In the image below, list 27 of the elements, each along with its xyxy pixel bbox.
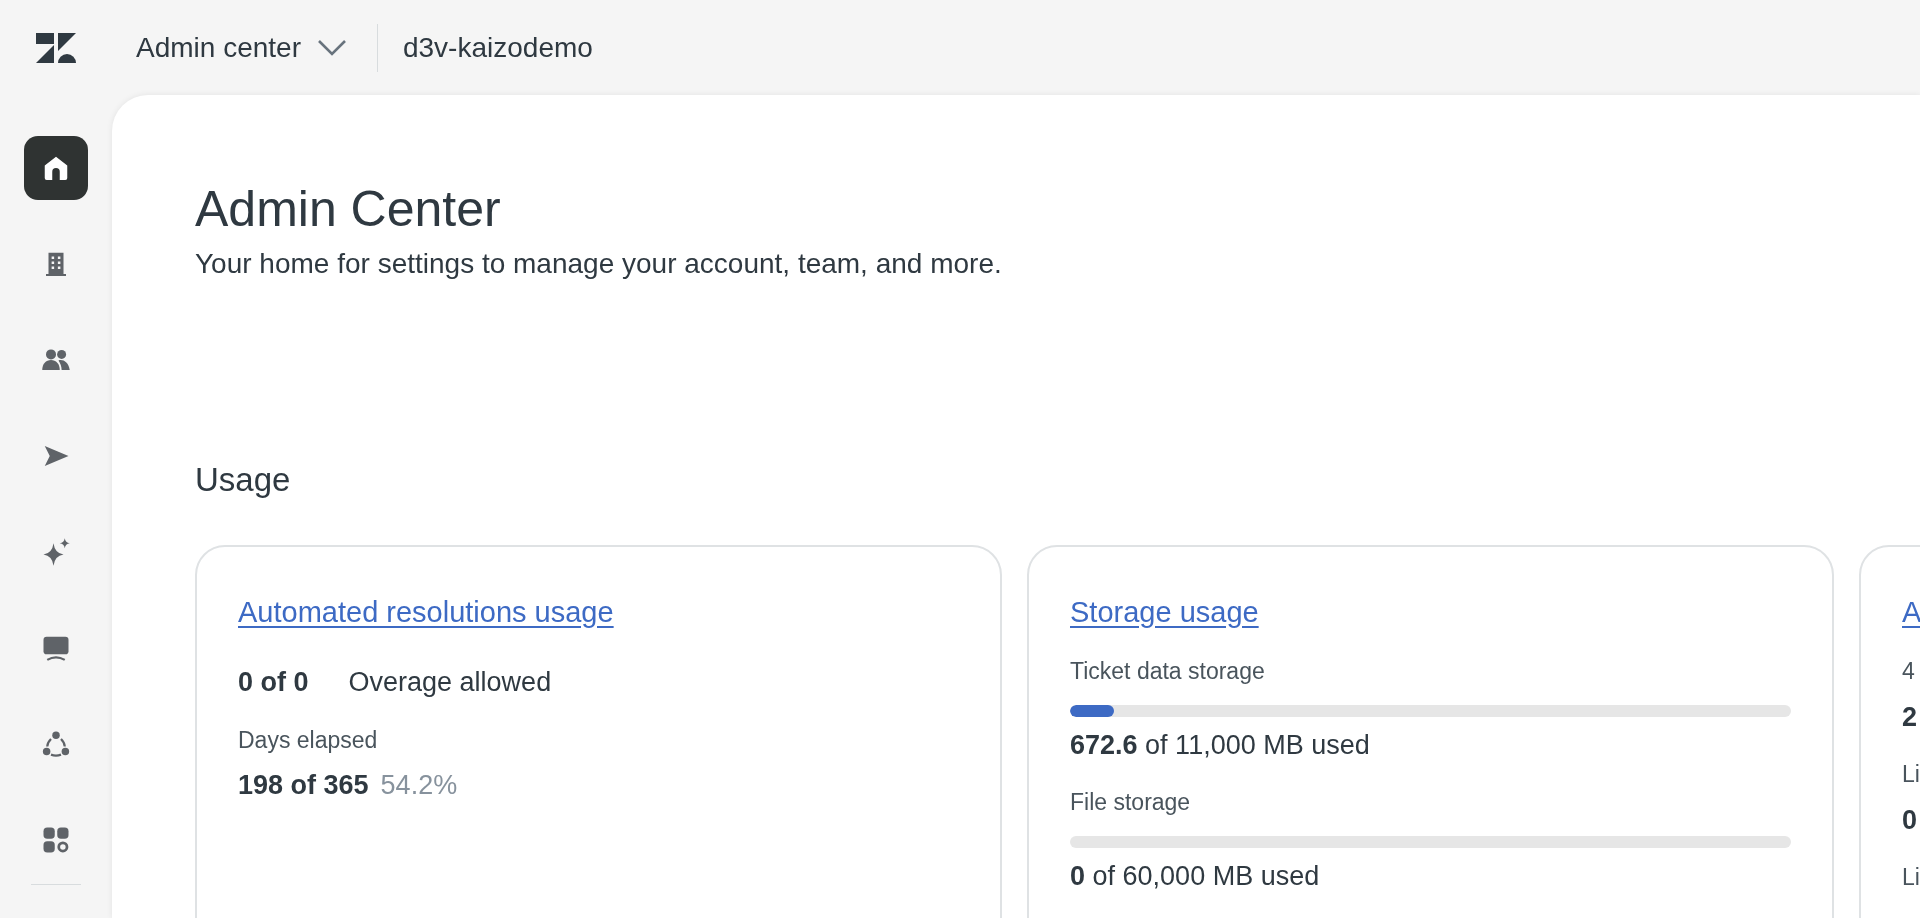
account-name: d3v-kaizodemo — [402, 30, 593, 65]
product-menu-button[interactable]: Admin center — [136, 26, 347, 69]
usage-value: 2 — [1902, 700, 1919, 734]
usage-value: 0 of 0 — [238, 666, 309, 699]
page-title: Admin Center — [195, 180, 502, 239]
logo-icon — [36, 32, 76, 63]
section-heading: Usage — [195, 460, 292, 500]
chevron-down-icon — [316, 38, 347, 57]
usage-percent: 54.2% — [380, 769, 458, 802]
apps-icon — [41, 825, 71, 855]
usage-label: Days elapsed — [238, 725, 379, 755]
usage-label: File storage — [1070, 788, 1192, 817]
usage-text: 672.6 of 11,000 MB used — [1070, 728, 1371, 762]
sparkle-icon — [41, 537, 71, 567]
card-title-link[interactable]: Automated resolutions usage — [238, 595, 614, 628]
page-subtitle: Your home for settings to manage your account, team, and more. — [195, 247, 1003, 281]
card-title-link[interactable]: Storage usage — [1070, 595, 1259, 628]
usage-label: 4 — [1902, 657, 1916, 686]
usage-note: Overage allowed — [348, 666, 552, 699]
sidebar-item[interactable] — [24, 136, 88, 200]
usage-label: Li — [1902, 760, 1920, 789]
usage-label: Ticket data storage — [1070, 657, 1266, 686]
usage-label: Li — [1902, 863, 1920, 892]
usage-value: 0 — [1902, 803, 1919, 837]
usage-value: 198 of 365 — [238, 769, 369, 802]
nodes-icon — [41, 729, 71, 759]
usage-text: 0 of 60,000 MB used — [1070, 859, 1321, 893]
